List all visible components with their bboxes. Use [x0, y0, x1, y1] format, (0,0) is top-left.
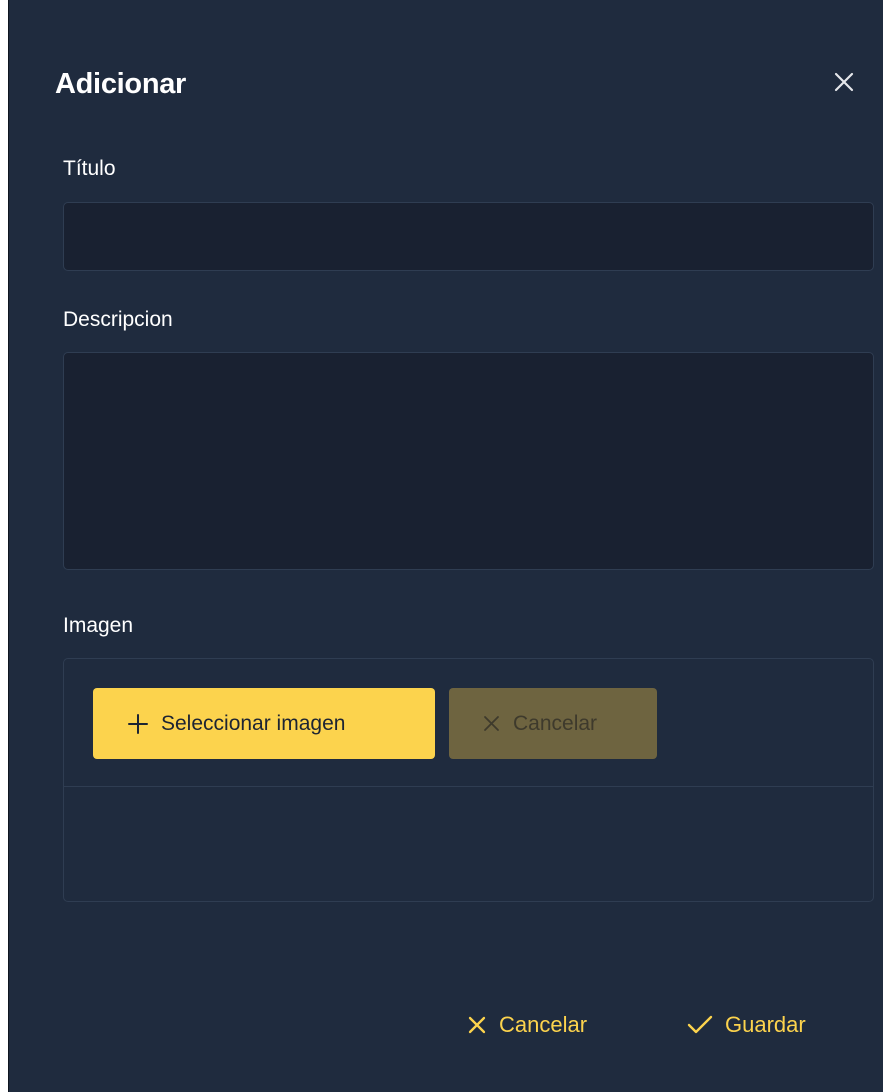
dialog-title: Adicionar — [55, 68, 187, 100]
close-icon — [467, 1015, 487, 1035]
image-uploader: Seleccionar imagen Cancelar — [63, 658, 874, 902]
plus-icon — [127, 713, 149, 735]
cancel-upload-button[interactable]: Cancelar — [449, 688, 657, 759]
dialog-header: Adicionar — [55, 58, 860, 108]
image-label: Imagen — [63, 614, 134, 637]
title-label: Título — [63, 157, 116, 180]
cancel-upload-label: Cancelar — [513, 711, 598, 735]
add-dialog: Adicionar Título Descripcion Imagen Sele… — [8, 0, 883, 1092]
save-label: Guardar — [725, 1012, 806, 1037]
uploader-buttonbar: Seleccionar imagen Cancelar — [64, 659, 873, 787]
check-icon — [687, 1015, 713, 1035]
page-backdrop — [0, 0, 8, 1092]
close-icon — [833, 71, 855, 93]
title-input[interactable] — [63, 202, 874, 271]
close-icon — [482, 714, 501, 733]
select-image-label: Seleccionar imagen — [161, 711, 346, 735]
close-button[interactable] — [828, 66, 860, 98]
uploader-dropzone[interactable] — [64, 788, 873, 901]
footer-cancel-label: Cancelar — [499, 1012, 588, 1037]
select-image-button[interactable]: Seleccionar imagen — [93, 688, 435, 759]
description-textarea[interactable] — [63, 352, 874, 570]
description-label: Descripcion — [63, 308, 173, 331]
footer-cancel-button[interactable]: Cancelar — [467, 1002, 587, 1048]
save-button[interactable]: Guardar — [687, 1002, 806, 1048]
